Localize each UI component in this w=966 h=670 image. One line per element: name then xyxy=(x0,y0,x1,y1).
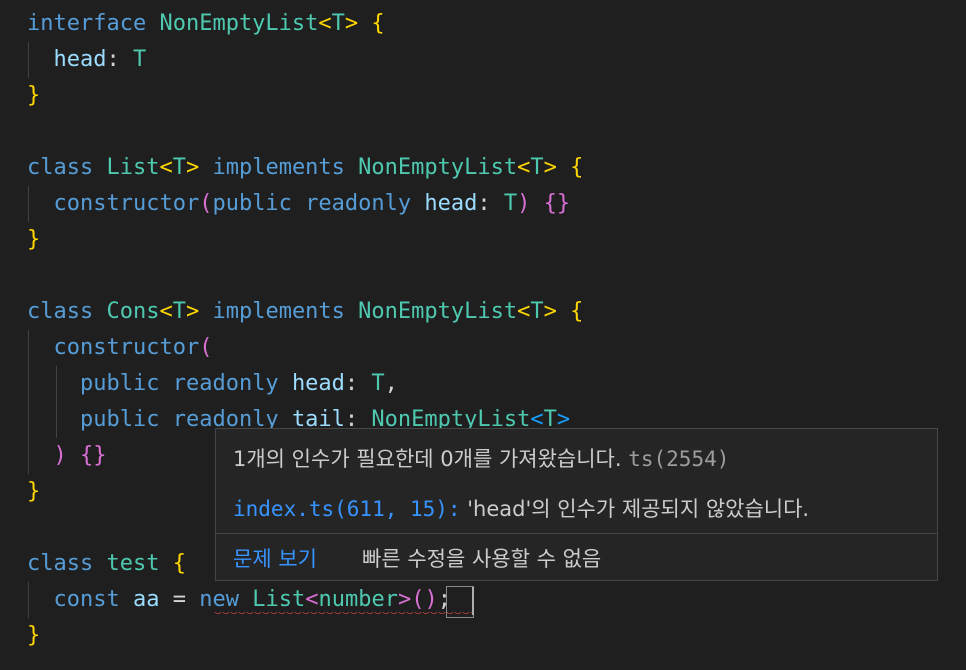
view-problem-link[interactable]: 문제 보기 xyxy=(233,543,317,573)
token-keyword: public xyxy=(79,371,160,396)
token-paren: ( xyxy=(199,335,213,360)
token-type-param: T xyxy=(172,155,186,180)
token-bracket: < xyxy=(318,11,332,36)
token-bracket: < xyxy=(305,587,319,612)
code-line-13[interactable]: ) {} xyxy=(27,438,107,474)
error-hover-widget: 1개의 인수가 필요한데 0개를 가져왔습니다. ts(2554) index.… xyxy=(215,428,938,581)
token-paren: ( xyxy=(411,587,425,612)
code-line-11[interactable]: public readonly head: T, xyxy=(27,366,398,402)
token-brace: } xyxy=(93,443,107,468)
text-cursor xyxy=(472,587,474,615)
code-line-18[interactable]: } xyxy=(27,618,40,654)
token-keyword: readonly xyxy=(172,371,279,396)
code-line-10[interactable]: constructor( xyxy=(27,330,213,366)
token-bracket: > xyxy=(397,587,412,612)
token-brace: { xyxy=(371,11,385,36)
error-code: ts(2554) xyxy=(628,447,730,471)
bracket-match-highlight xyxy=(446,586,474,618)
token-brace: { xyxy=(172,551,186,576)
token-type: T xyxy=(503,191,518,216)
token-bracket: > xyxy=(344,11,359,36)
code-line-5[interactable]: class List<T> implements NonEmptyList<T>… xyxy=(27,150,583,186)
token-type: NonEmptyList xyxy=(358,155,518,180)
token-keyword: implements xyxy=(212,299,345,324)
error-squiggle[interactable] xyxy=(214,612,474,616)
token-type: Cons xyxy=(106,299,160,324)
token-bracket: < xyxy=(517,155,531,180)
token-bracket: > xyxy=(185,155,200,180)
token-keyword: class xyxy=(27,299,94,324)
no-quick-fix-label: 빠른 수정을 사용할 수 없음 xyxy=(362,547,602,571)
token-bracket: > xyxy=(185,299,200,324)
token-property: head xyxy=(291,371,345,396)
token-brace: } xyxy=(27,227,41,252)
related-location-link[interactable]: index.ts(611, 15): xyxy=(233,497,461,521)
token-punct: , xyxy=(384,371,398,396)
token-constructor: constructor xyxy=(53,191,200,216)
token-variable: aa xyxy=(132,587,160,612)
token-type-param: T xyxy=(172,299,186,324)
token-type: List xyxy=(252,587,306,612)
token-brace: { xyxy=(543,191,557,216)
token-paren: ) xyxy=(517,191,531,216)
token-operator: = xyxy=(172,587,186,612)
code-line-16[interactable]: class test { xyxy=(27,546,186,582)
code-line-2[interactable]: head: T xyxy=(27,42,147,78)
token-paren: ( xyxy=(199,191,213,216)
token-type-param: T xyxy=(530,155,544,180)
token-paren: ) xyxy=(53,443,67,468)
token-type: T xyxy=(132,47,147,72)
token-type-param: T xyxy=(331,11,345,36)
token-property: head xyxy=(424,191,478,216)
error-message: 1개의 인수가 필요한데 0개를 가져왔습니다. xyxy=(233,447,622,471)
token-keyword: public xyxy=(79,407,160,432)
token-bracket: > xyxy=(543,155,557,180)
code-line-3[interactable]: } xyxy=(27,78,40,114)
token-keyword: const xyxy=(53,587,120,612)
token-type: T xyxy=(371,371,385,396)
related-info-row: index.ts(611, 15): 'head'의 인수가 제공되지 않았습니… xyxy=(233,493,809,523)
hover-message-row: 1개의 인수가 필요한데 0개를 가져왔습니다. ts(2554) xyxy=(233,443,729,473)
token-type: NonEmptyList xyxy=(358,299,518,324)
token-constructor: constructor xyxy=(53,335,200,360)
token-keyword: class xyxy=(27,551,94,576)
token-keyword: readonly xyxy=(305,191,412,216)
code-line-7[interactable]: } xyxy=(27,222,40,258)
code-line-1[interactable]: interface NonEmptyList<T> { xyxy=(27,6,385,42)
token-type: test xyxy=(106,551,160,576)
token-type-param: number xyxy=(318,587,398,612)
token-bracket: < xyxy=(159,155,173,180)
token-brace: } xyxy=(27,479,41,504)
token-punct: : xyxy=(106,47,120,72)
token-keyword: new xyxy=(199,587,239,612)
token-property: head xyxy=(53,47,107,72)
token-brace: { xyxy=(80,443,94,468)
code-line-9[interactable]: class Cons<T> implements NonEmptyList<T>… xyxy=(27,294,583,330)
token-keyword: class xyxy=(27,155,94,180)
token-paren: ) xyxy=(424,587,438,612)
token-bracket: < xyxy=(517,299,531,324)
token-punct: : xyxy=(477,191,491,216)
token-brace: } xyxy=(556,191,571,216)
token-bracket: < xyxy=(159,299,173,324)
hover-status-bar: 문제 보기 빠른 수정을 사용할 수 없음 xyxy=(216,533,937,580)
token-type: List xyxy=(106,155,160,180)
token-keyword: implements xyxy=(212,155,345,180)
token-type-param: T xyxy=(530,299,544,324)
code-line-6[interactable]: constructor(public readonly head: T) {} xyxy=(27,186,571,222)
token-brace: } xyxy=(27,623,41,648)
token-punct: : xyxy=(344,371,359,396)
token-bracket: > xyxy=(543,299,557,324)
token-brace: { xyxy=(570,155,584,180)
token-brace: } xyxy=(27,83,41,108)
token-keyword: interface xyxy=(27,11,147,36)
related-info-text: 'head'의 인수가 제공되지 않았습니다. xyxy=(467,497,810,521)
code-line-14[interactable]: } xyxy=(27,474,40,510)
token-keyword: public xyxy=(212,191,292,216)
token-brace: { xyxy=(570,299,584,324)
token-type: NonEmptyList xyxy=(159,11,319,36)
